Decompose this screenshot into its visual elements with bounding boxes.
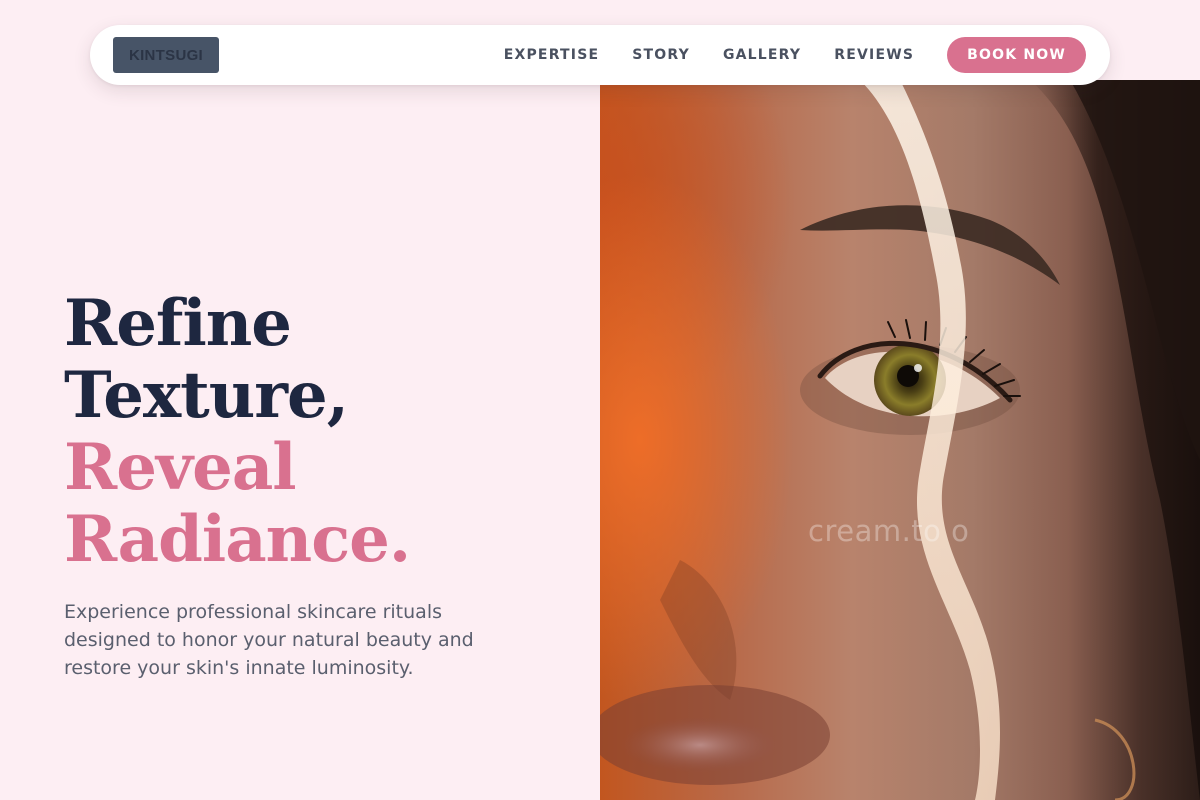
image-watermark: cream.to o xyxy=(808,514,970,548)
hero-subtext: Experience professional skincare rituals… xyxy=(64,601,474,679)
hero-portrait-image xyxy=(600,80,1200,800)
headline-line-3: Reveal xyxy=(64,430,297,505)
page: cream.to o KINTSUGI EXPERTISE STORY GALL… xyxy=(0,0,1200,800)
nav-link-reviews[interactable]: REVIEWS xyxy=(834,47,914,63)
nav-link-expertise[interactable]: EXPERTISE xyxy=(504,47,600,63)
site-header: KINTSUGI EXPERTISE STORY GALLERY REVIEWS… xyxy=(90,25,1110,85)
book-now-button[interactable]: BOOK NOW xyxy=(947,37,1086,73)
headline-line-2: Texture, xyxy=(64,358,349,433)
logo[interactable]: KINTSUGI xyxy=(113,37,219,73)
hero-headline: Refine Texture, Reveal Radiance. xyxy=(64,286,411,577)
headline-line-1: Refine xyxy=(64,286,292,361)
main-nav: EXPERTISE STORY GALLERY REVIEWS BOOK NOW xyxy=(471,37,1086,73)
nav-link-gallery[interactable]: GALLERY xyxy=(723,47,801,63)
headline-line-4: Radiance. xyxy=(64,502,411,577)
nav-link-story[interactable]: STORY xyxy=(632,47,690,63)
